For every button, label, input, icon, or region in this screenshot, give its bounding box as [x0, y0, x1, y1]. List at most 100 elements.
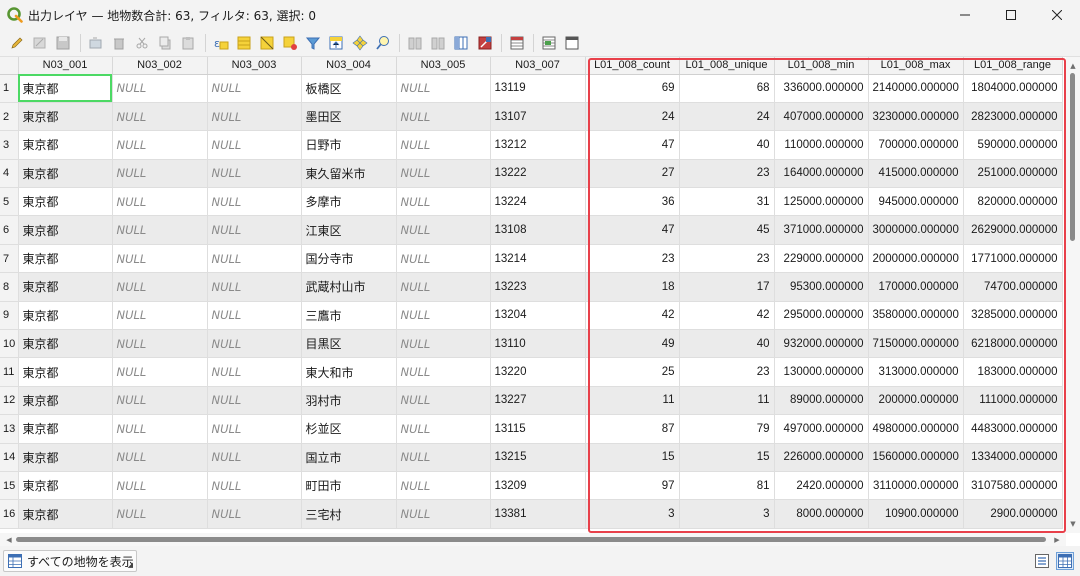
cell-n03-007[interactable]: 13381	[490, 499, 586, 529]
row-number[interactable]: 7	[0, 244, 19, 274]
cell-n03-005[interactable]: NULL	[396, 187, 491, 217]
scroll-left-icon[interactable]: ◀	[2, 533, 16, 546]
cell-n03-001[interactable]: 東京都	[18, 443, 113, 472]
cell-l01-008-max[interactable]: 4980000.000000	[868, 414, 964, 444]
table-row[interactable]: 11 東京都 NULL NULL 東大和市 NULL 13220 25 23 130000.000…	[0, 357, 1063, 387]
cell-n03-002[interactable]: NULL	[112, 414, 208, 444]
cell-n03-004[interactable]: 国分寺市	[301, 244, 397, 274]
cell-n03-003[interactable]: NULL	[207, 301, 302, 331]
cell-n03-002[interactable]: NULL	[112, 272, 208, 302]
cell-n03-002[interactable]: NULL	[112, 244, 208, 274]
cell-l01-008-range[interactable]: 820000.000000	[963, 187, 1063, 217]
column-header-n03-007[interactable]: N03_007	[490, 57, 586, 75]
cell-n03-004[interactable]: 東久留米市	[301, 159, 397, 189]
cell-n03-001[interactable]: 東京都	[18, 471, 113, 501]
cell-l01-008-unique[interactable]: 79	[679, 414, 775, 444]
cell-n03-004[interactable]: 板橋区	[301, 74, 397, 103]
table-row[interactable]: 8 東京都 NULL NULL 武蔵村山市 NULL 13223 18 17 95300.0000…	[0, 272, 1063, 302]
cell-n03-001[interactable]: 東京都	[18, 244, 113, 274]
row-number[interactable]: 1	[0, 74, 19, 103]
column-header-l01-008-count[interactable]: L01_008_count	[585, 57, 680, 75]
column-header-n03-004[interactable]: N03_004	[301, 57, 397, 75]
cell-l01-008-min[interactable]: 371000.000000	[774, 215, 869, 245]
cell-l01-008-max[interactable]: 415000.000000	[868, 159, 964, 189]
cell-l01-008-count[interactable]: 27	[585, 159, 680, 189]
multi-edit-button[interactable]	[29, 32, 51, 54]
cell-n03-007[interactable]: 13119	[490, 74, 586, 103]
cell-n03-002[interactable]: NULL	[112, 187, 208, 217]
delete-button[interactable]	[108, 32, 130, 54]
table-row[interactable]: 3 東京都 NULL NULL 日野市 NULL 13212 47 40 110000.00000…	[0, 130, 1063, 160]
cell-n03-007[interactable]: 13224	[490, 187, 586, 217]
scroll-down-icon[interactable]: ▼	[1066, 517, 1080, 531]
deselect-button[interactable]	[279, 32, 301, 54]
vertical-scroll-thumb[interactable]	[1070, 73, 1075, 241]
conditional-format-button[interactable]	[506, 32, 528, 54]
cell-n03-004[interactable]: 日野市	[301, 130, 397, 160]
table-row[interactable]: 10 東京都 NULL NULL 目黒区 NULL 13110 49 40 932000.0000…	[0, 329, 1063, 359]
column-header-n03-001[interactable]: N03_001	[18, 57, 113, 75]
cell-n03-001[interactable]: 東京都	[18, 414, 113, 444]
cell-n03-002[interactable]: NULL	[112, 329, 208, 359]
cell-n03-005[interactable]: NULL	[396, 499, 491, 529]
cell-l01-008-min[interactable]: 95300.000000	[774, 272, 869, 302]
cell-n03-003[interactable]: NULL	[207, 102, 302, 132]
cell-n03-003[interactable]: NULL	[207, 187, 302, 217]
cell-n03-007[interactable]: 13115	[490, 414, 586, 444]
cell-n03-001[interactable]: 東京都	[18, 386, 113, 416]
filter-button[interactable]	[302, 32, 324, 54]
close-button[interactable]	[1034, 0, 1080, 30]
cell-l01-008-count[interactable]: 11	[585, 386, 680, 416]
cell-n03-002[interactable]: NULL	[112, 443, 208, 472]
cell-l01-008-range[interactable]: 1804000.000000	[963, 74, 1063, 103]
cell-l01-008-min[interactable]: 295000.000000	[774, 301, 869, 331]
cell-n03-007[interactable]: 13212	[490, 130, 586, 160]
select-all-button[interactable]	[233, 32, 255, 54]
cell-l01-008-count[interactable]: 97	[585, 471, 680, 501]
table-row[interactable]: 5 東京都 NULL NULL 多摩市 NULL 13224 36 31 125000.00000…	[0, 187, 1063, 217]
table-row[interactable]: 2 東京都 NULL NULL 墨田区 NULL 13107 24 24 407000.00000…	[0, 102, 1063, 132]
column-header-n03-005[interactable]: N03_005	[396, 57, 491, 75]
horizontal-scroll-thumb[interactable]	[16, 537, 1046, 542]
row-number[interactable]: 13	[0, 414, 19, 444]
cell-n03-005[interactable]: NULL	[396, 386, 491, 416]
cell-n03-001[interactable]: 東京都	[18, 159, 113, 189]
cell-l01-008-min[interactable]: 89000.000000	[774, 386, 869, 416]
cell-n03-007[interactable]: 13222	[490, 159, 586, 189]
cell-l01-008-max[interactable]: 3000000.000000	[868, 215, 964, 245]
cell-n03-003[interactable]: NULL	[207, 386, 302, 416]
pan-to-selection-button[interactable]	[349, 32, 371, 54]
cell-n03-007[interactable]: 13223	[490, 272, 586, 302]
cell-l01-008-range[interactable]: 2823000.000000	[963, 102, 1063, 132]
cell-n03-004[interactable]: 東大和市	[301, 357, 397, 387]
cell-n03-002[interactable]: NULL	[112, 130, 208, 160]
table-row[interactable]: 7 東京都 NULL NULL 国分寺市 NULL 13214 23 23 229000.0000…	[0, 244, 1063, 274]
cell-l01-008-min[interactable]: 110000.000000	[774, 130, 869, 160]
cell-l01-008-unique[interactable]: 40	[679, 130, 775, 160]
zoom-to-selection-button[interactable]	[372, 32, 394, 54]
cell-l01-008-range[interactable]: 2900.000000	[963, 499, 1063, 529]
cell-l01-008-count[interactable]: 47	[585, 215, 680, 245]
cell-n03-002[interactable]: NULL	[112, 471, 208, 501]
cell-n03-001[interactable]: 東京都	[18, 102, 113, 132]
cell-l01-008-unique[interactable]: 24	[679, 102, 775, 132]
cell-l01-008-unique[interactable]: 3	[679, 499, 775, 529]
cell-n03-004[interactable]: 武蔵村山市	[301, 272, 397, 302]
cell-n03-005[interactable]: NULL	[396, 357, 491, 387]
copy-button[interactable]	[154, 32, 176, 54]
cell-n03-007[interactable]: 13214	[490, 244, 586, 274]
cell-n03-001[interactable]: 東京都	[18, 329, 113, 359]
cell-l01-008-range[interactable]: 3107580.000000	[963, 471, 1063, 501]
maximize-button[interactable]	[988, 0, 1034, 30]
cell-l01-008-unique[interactable]: 23	[679, 357, 775, 387]
cell-l01-008-min[interactable]: 932000.000000	[774, 329, 869, 359]
cell-l01-008-unique[interactable]: 40	[679, 329, 775, 359]
cell-l01-008-max[interactable]: 10900.000000	[868, 499, 964, 529]
cell-n03-001[interactable]: 東京都	[18, 301, 113, 331]
cell-l01-008-min[interactable]: 497000.000000	[774, 414, 869, 444]
cell-l01-008-min[interactable]: 226000.000000	[774, 443, 869, 472]
cell-n03-003[interactable]: NULL	[207, 499, 302, 529]
row-number[interactable]: 10	[0, 329, 19, 359]
cell-l01-008-range[interactable]: 2629000.000000	[963, 215, 1063, 245]
cell-l01-008-count[interactable]: 24	[585, 102, 680, 132]
